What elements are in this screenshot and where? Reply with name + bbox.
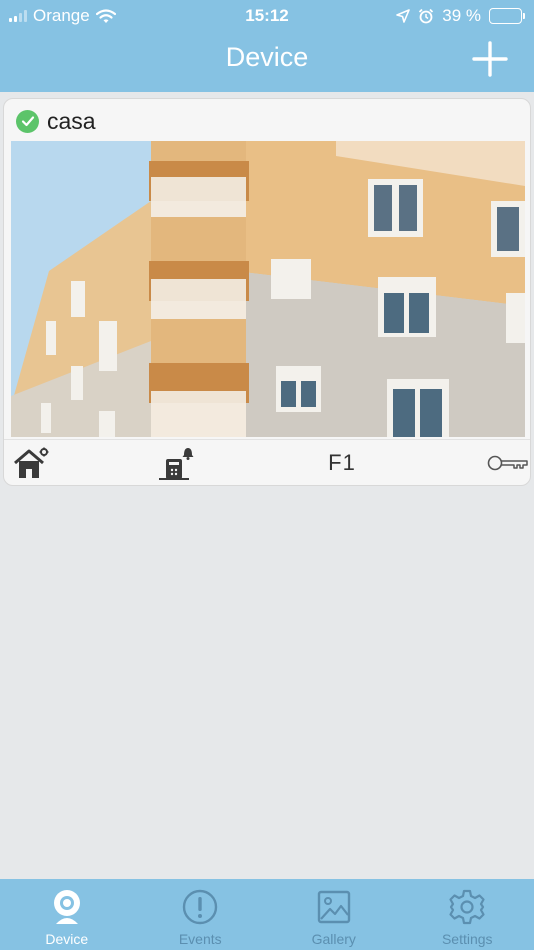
device-name: casa [47,107,96,134]
status-bar: Orange 15:12 39 % [0,0,534,32]
alert-circle-icon [181,888,219,926]
status-right: 39 % [396,6,525,26]
location-arrow-icon [396,9,411,23]
page-title: Device [225,42,309,72]
intercom-bell-icon [159,448,194,480]
key-icon [487,455,528,471]
floor-button[interactable]: F1 [322,444,362,482]
unlock-button[interactable] [486,444,530,482]
battery-icon [489,8,525,24]
top-bar: Orange 15:12 39 % Device [0,0,534,92]
gear-icon [448,888,486,926]
camera-preview-image [11,141,525,437]
tab-label: Device [45,931,89,947]
device-card-header: casa [16,107,96,135]
add-device-button[interactable] [472,41,508,77]
camera-icon [48,888,86,926]
tab-label: Settings [441,931,493,947]
tab-device[interactable]: Device [0,879,134,950]
doorbell-button[interactable] [154,444,198,482]
battery-percent: 39 % [442,6,481,25]
device-card[interactable]: casa F1 [3,98,531,486]
device-action-bar: F1 [4,439,530,485]
camera-preview[interactable] [11,141,525,437]
tab-label: Events [178,931,222,947]
alarm-icon [419,8,434,24]
bottom-tab-bar: Device Events Gallery Settings [0,879,534,950]
image-icon [315,888,353,926]
tab-settings[interactable]: Settings [401,879,534,950]
home-settings-button[interactable] [10,444,52,482]
tab-label: Gallery [311,931,356,947]
home-gear-icon [14,447,49,478]
online-check-icon [16,109,39,133]
tab-events[interactable]: Events [134,879,268,950]
floor-label: F1 [328,450,356,475]
plus-icon [472,41,508,77]
tab-gallery[interactable]: Gallery [267,879,401,950]
